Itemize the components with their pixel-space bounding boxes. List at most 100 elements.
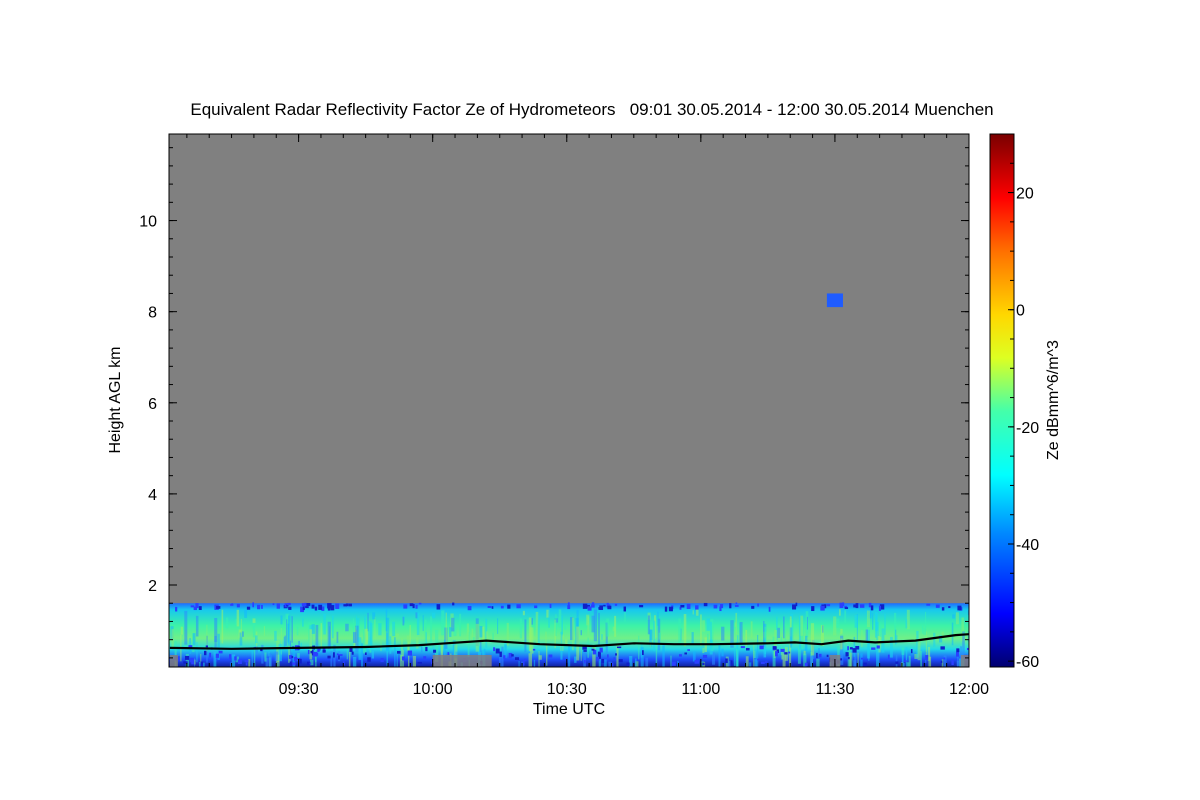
echo-speckle <box>811 606 815 612</box>
echo-streak <box>739 623 741 641</box>
echo-streak <box>568 645 571 667</box>
echo-speckle <box>740 646 745 649</box>
echo-streak <box>844 610 847 623</box>
echo-speckle <box>607 605 612 610</box>
echo-speckle <box>818 653 822 658</box>
echo-speckle <box>956 648 960 653</box>
echo-speckle <box>229 654 232 660</box>
echo-streak <box>755 651 757 667</box>
echo-streak <box>459 613 462 637</box>
echo-speckle <box>345 603 349 607</box>
echo-speckle <box>380 658 384 663</box>
colorbar-tick-label: -40 <box>1016 537 1039 554</box>
echo-streak <box>653 620 656 652</box>
echo-streak <box>195 615 199 637</box>
echo-streak <box>905 646 908 667</box>
echo-streak <box>333 644 336 667</box>
echo-speckle <box>314 606 318 611</box>
echo-speckle <box>200 661 204 667</box>
echo-streak <box>879 622 882 637</box>
echo-speckle <box>425 646 428 652</box>
echo-streak <box>548 610 550 628</box>
echo-streak <box>884 613 886 635</box>
colorbar-tick-label: 0 <box>1016 303 1025 320</box>
echo-streak <box>449 627 452 637</box>
echo-streak <box>866 610 870 628</box>
echo-streak <box>309 629 313 660</box>
echo-speckle <box>847 646 849 651</box>
echo-streak <box>806 616 808 630</box>
echo-speckle <box>760 661 765 664</box>
echo-speckle <box>292 662 296 666</box>
echo-speckle <box>870 605 874 611</box>
echo-speckle <box>587 606 592 611</box>
echo-streak <box>184 610 188 645</box>
echo-speckle <box>687 649 690 651</box>
echo-streak <box>941 659 944 667</box>
echo-streak <box>933 632 936 647</box>
echo-streak <box>782 616 785 639</box>
echo-streak <box>309 659 314 666</box>
echo-streak <box>244 609 248 618</box>
echo-streak <box>624 612 626 622</box>
x-tick-label: 12:00 <box>949 681 989 698</box>
echo-streak <box>196 642 198 663</box>
echo-streak <box>320 623 322 647</box>
echo-streak <box>784 623 786 650</box>
echo-streak <box>480 641 482 653</box>
echo-streak <box>943 655 947 667</box>
echo-streak <box>327 621 331 650</box>
y-tick-label: 4 <box>148 487 157 504</box>
colorbar-tick-label: -20 <box>1016 420 1039 437</box>
echo-speckle <box>291 656 294 659</box>
echo-speckle <box>184 655 190 660</box>
echo-streak <box>501 646 504 667</box>
echo-streak <box>757 634 759 667</box>
echo-speckle <box>735 602 738 604</box>
echo-streak <box>601 634 603 640</box>
echo-streak <box>941 631 944 636</box>
echo-streak <box>696 609 699 616</box>
echo-streak <box>749 662 752 667</box>
echo-streak <box>593 609 598 642</box>
echo-speckle <box>507 604 511 609</box>
echo-speckle <box>844 607 849 609</box>
echo-speckle <box>272 603 275 606</box>
echo-speckle <box>849 647 853 650</box>
echo-speckle <box>826 603 831 607</box>
echo-streak <box>392 621 396 637</box>
echo-streak <box>777 627 781 639</box>
echo-speckle <box>582 603 588 609</box>
echo-speckle <box>668 606 673 612</box>
echo-streak <box>606 618 610 637</box>
echo-streak <box>497 618 499 634</box>
echo-speckle <box>948 606 951 609</box>
echo-speckle <box>678 654 682 657</box>
echo-speckle <box>757 658 760 661</box>
echo-speckle <box>599 647 603 653</box>
echo-speckle <box>524 658 527 662</box>
echo-speckle <box>495 648 500 654</box>
echo-streak <box>860 653 863 667</box>
echo-speckle <box>680 604 685 608</box>
echo-streak <box>425 632 427 645</box>
echo-streak <box>255 635 258 644</box>
echo-streak <box>396 633 399 638</box>
echo-speckle <box>237 659 242 664</box>
echo-streak <box>471 628 474 638</box>
echo-streak <box>645 657 649 667</box>
echo-streak <box>658 632 661 640</box>
echo-speckle <box>209 652 212 658</box>
echo-speckle <box>598 655 601 659</box>
y-tick-label: 8 <box>148 305 157 322</box>
y-tick-label: 6 <box>148 396 157 413</box>
echo-speckle <box>878 605 881 611</box>
echo-speckle <box>852 648 857 653</box>
echo-speckle <box>859 604 865 608</box>
echo-speckle <box>364 652 367 655</box>
echo-speckle <box>941 607 945 611</box>
echo-streak <box>236 609 240 627</box>
echo-speckle <box>289 661 292 666</box>
echo-speckle <box>583 650 587 652</box>
echo-speckle <box>607 654 609 658</box>
